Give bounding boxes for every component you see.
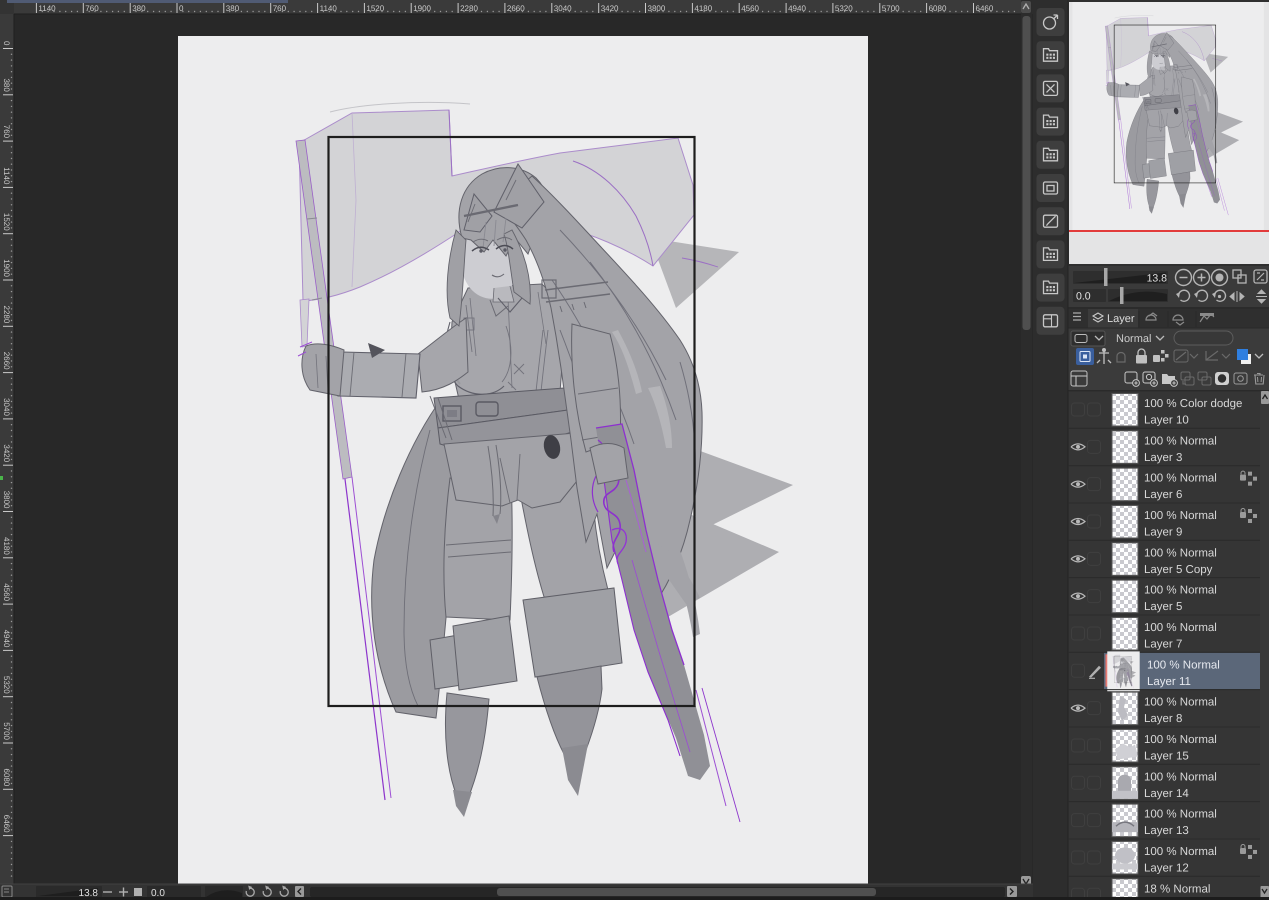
svg-text:6080: 6080 <box>2 769 11 787</box>
svg-text:760: 760 <box>2 125 11 139</box>
svg-text:Layer 13: Layer 13 <box>1144 825 1189 837</box>
svg-text:380: 380 <box>226 4 240 13</box>
svg-text:100 % Color dodge: 100 % Color dodge <box>1144 398 1242 410</box>
svg-text:380: 380 <box>2 78 11 92</box>
svg-text:Layer 11: Layer 11 <box>1147 676 1191 688</box>
svg-text:Layer 9: Layer 9 <box>1144 526 1182 538</box>
svg-text:0: 0 <box>2 41 11 46</box>
svg-text:100 % Normal: 100 % Normal <box>1144 435 1217 447</box>
svg-text:2660: 2660 <box>2 352 11 370</box>
svg-text:4560: 4560 <box>2 583 11 601</box>
svg-text:13.8: 13.8 <box>1147 273 1168 285</box>
svg-text:Layer 5 Copy: Layer 5 Copy <box>1144 564 1213 576</box>
svg-text:1900: 1900 <box>2 259 11 277</box>
svg-text:760: 760 <box>273 4 287 13</box>
svg-text:Layer 7: Layer 7 <box>1144 638 1182 650</box>
svg-text:100 % Normal: 100 % Normal <box>1147 659 1220 671</box>
svg-text:100 % Normal: 100 % Normal <box>1144 697 1217 709</box>
svg-text:760: 760 <box>85 4 99 13</box>
svg-text:5700: 5700 <box>2 722 11 740</box>
svg-text:4940: 4940 <box>2 630 11 648</box>
svg-text:1520: 1520 <box>2 213 11 231</box>
svg-text:100 % Normal: 100 % Normal <box>1144 510 1217 522</box>
svg-text:100 % Normal: 100 % Normal <box>1144 622 1217 634</box>
svg-text:5320: 5320 <box>2 676 11 694</box>
svg-text:Layer 12: Layer 12 <box>1144 862 1189 874</box>
svg-text:4180: 4180 <box>2 537 11 555</box>
svg-text:100 % Normal: 100 % Normal <box>1144 473 1217 485</box>
svg-text:100 % Normal: 100 % Normal <box>1144 771 1217 783</box>
svg-text:3420: 3420 <box>2 444 11 462</box>
svg-text:18 % Normal: 18 % Normal <box>1144 883 1210 895</box>
svg-text:Layer 5: Layer 5 <box>1144 601 1182 613</box>
svg-text:Layer 3: Layer 3 <box>1144 452 1182 464</box>
svg-text:6460: 6460 <box>2 815 11 833</box>
svg-text:Layer 14: Layer 14 <box>1144 788 1189 800</box>
svg-text:Normal: Normal <box>1116 333 1151 345</box>
svg-text:100 % Normal: 100 % Normal <box>1144 585 1217 597</box>
svg-text:1140: 1140 <box>2 167 11 185</box>
svg-text:3800: 3800 <box>2 491 11 509</box>
svg-text:Layer 15: Layer 15 <box>1144 750 1189 762</box>
svg-text:2280: 2280 <box>2 306 11 324</box>
svg-text:3040: 3040 <box>2 398 11 416</box>
svg-text:Layer 6: Layer 6 <box>1144 489 1182 501</box>
svg-text:100 % Normal: 100 % Normal <box>1144 734 1217 746</box>
svg-text:Layer 10: Layer 10 <box>1144 415 1189 427</box>
svg-text:Layer 8: Layer 8 <box>1144 713 1182 725</box>
svg-text:100 % Normal: 100 % Normal <box>1144 846 1217 858</box>
svg-text:0.0: 0.0 <box>1076 291 1091 303</box>
svg-text:100 % Normal: 100 % Normal <box>1144 809 1217 821</box>
svg-text:Layer: Layer <box>1107 313 1135 325</box>
svg-text:100 % Normal: 100 % Normal <box>1144 547 1217 559</box>
svg-text:380: 380 <box>132 4 146 13</box>
